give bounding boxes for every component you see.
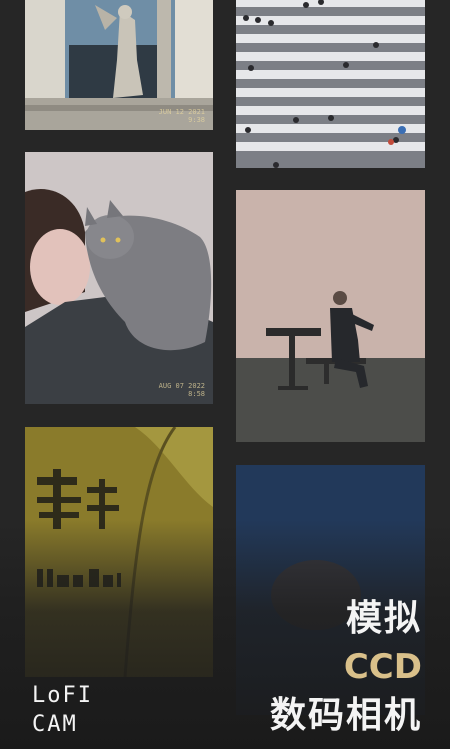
tagline-line-2: CCD — [343, 647, 422, 687]
photo-date-stamp: AUG 07 2022 8:58 — [158, 382, 205, 398]
tagline-line-3: 数码相机 — [269, 695, 422, 736]
photo-cat-image — [25, 152, 213, 404]
tagline: 模拟 CCD 数码相机 — [270, 596, 422, 740]
logo-line-1: LoFI — [32, 683, 93, 708]
photo-bench-image — [236, 190, 425, 442]
tagline-line-1: 模拟 — [345, 598, 422, 639]
lofi-cam-logo: LoFI CAM — [32, 681, 93, 739]
photo-man-on-bench[interactable] — [236, 190, 425, 442]
photo-statue-building[interactable]: JUN 12 2021 9:38 — [25, 0, 213, 130]
logo-line-2: CAM — [32, 712, 78, 737]
photo-woman-with-cat[interactable]: AUG 07 2022 8:58 — [25, 152, 213, 404]
photo-crosswalk-aerial[interactable] — [236, 0, 425, 168]
photo-date-stamp: JUN 12 2021 9:38 — [158, 108, 205, 124]
photo-crosswalk-image — [236, 0, 425, 168]
